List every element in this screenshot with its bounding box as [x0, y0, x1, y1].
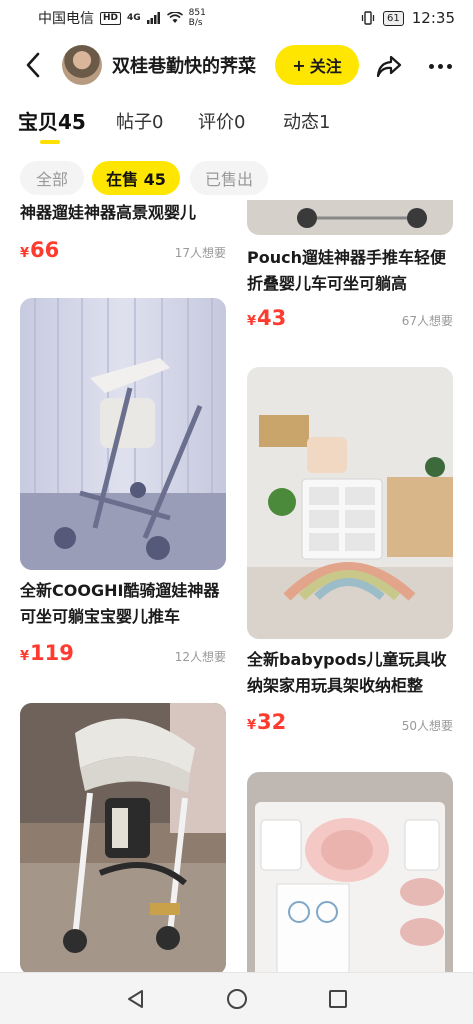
- item-card[interactable]: Pouch遛娃神器手推车轻便折叠婴儿车可坐可躺高 ¥43 67人想要: [247, 200, 453, 336]
- item-price: ¥43: [247, 306, 286, 330]
- triangle-back-icon: [128, 990, 143, 1008]
- stroller-photo: [247, 200, 453, 235]
- back-button[interactable]: [18, 50, 48, 80]
- tab-posts-label: 帖子: [116, 112, 152, 133]
- follow-button[interactable]: + 关注: [275, 45, 359, 85]
- nav-home-button[interactable]: [225, 987, 249, 1011]
- tab-reviews-count: 0: [234, 112, 246, 133]
- item-card[interactable]: [247, 772, 453, 972]
- tab-posts-count: 0: [152, 112, 164, 133]
- filter-on-sale[interactable]: 在售 45: [92, 161, 180, 195]
- circle-home-icon: [227, 989, 247, 1009]
- filter-all[interactable]: 全部: [20, 161, 84, 195]
- breast-pump-photo: [247, 772, 453, 972]
- nav-recent-button[interactable]: [326, 987, 350, 1011]
- currency-symbol: ¥: [247, 718, 257, 733]
- item-image: [20, 298, 226, 570]
- tab-activity-label: 动态: [283, 112, 319, 133]
- share-button[interactable]: [374, 51, 404, 81]
- item-card[interactable]: 全新COOGHI酷骑遛娃神器可坐可躺宝宝婴儿推车 ¥119 12人想要: [20, 298, 226, 673]
- tab-reviews[interactable]: 评价0: [198, 108, 245, 134]
- price-value: 43: [257, 306, 287, 330]
- status-bar: 中国电信 HD 4G 851 B/s 61 12:35: [0, 0, 473, 36]
- shop-avatar[interactable]: [62, 45, 102, 85]
- tab-activity-count: 1: [319, 112, 331, 133]
- item-image: [247, 200, 453, 235]
- price-value: 32: [257, 710, 287, 734]
- wifi-icon: [166, 12, 183, 23]
- currency-symbol: ¥: [247, 314, 257, 329]
- network-type: 4G: [127, 13, 141, 23]
- hd-badge: HD: [100, 11, 122, 25]
- item-card[interactable]: 神器遛娃神器高景观婴儿 ¥66 17人想要: [20, 200, 226, 280]
- tab-items-label: 宝贝: [18, 110, 58, 134]
- item-title: Pouch遛娃神器手推车轻便折叠婴儿车可坐可躺高: [247, 248, 446, 293]
- signal-icon: [146, 12, 160, 24]
- item-title: 神器遛娃神器高景观婴儿: [20, 203, 197, 222]
- item-wants: 17人想要: [174, 246, 226, 260]
- toy-rack-photo: [247, 367, 453, 639]
- tab-activity[interactable]: 动态1: [283, 108, 330, 134]
- nav-back-button[interactable]: [124, 987, 148, 1011]
- profile-tabs: 宝贝45 帖子0 评价0 动态1: [0, 100, 473, 148]
- currency-symbol: ¥: [20, 649, 30, 664]
- tab-items-count: 45: [58, 110, 86, 134]
- currency-symbol: ¥: [20, 246, 30, 261]
- chevron-left-icon: [26, 52, 40, 78]
- stroller-photo: [20, 703, 226, 972]
- item-image: [247, 367, 453, 639]
- item-price: ¥66: [20, 238, 59, 262]
- item-wants: 67人想要: [401, 314, 453, 328]
- tab-items[interactable]: 宝贝45: [18, 106, 86, 135]
- item-title: 全新babypods儿童玩具收纳架家用玩具架收纳柜整: [247, 650, 447, 695]
- price-value: 66: [30, 238, 60, 262]
- battery-icon: 61: [383, 10, 404, 26]
- square-recent-icon: [329, 990, 347, 1008]
- item-card[interactable]: 全新babypods儿童玩具收纳架家用玩具架收纳柜整 ¥32 50人想要: [247, 367, 453, 742]
- price-value: 119: [30, 641, 74, 665]
- item-grid: 神器遛娃神器高景观婴儿 ¥66 17人想要 全新COOGHI酷骑遛娃神器可坐可躺…: [0, 200, 473, 972]
- dot-1: [428, 63, 434, 69]
- net-speed-unit: B/s: [188, 18, 203, 28]
- plus-icon: +: [292, 55, 306, 75]
- active-tab-indicator: [40, 140, 60, 144]
- system-nav-bar: [0, 972, 473, 1024]
- item-wants: 50人想要: [401, 719, 453, 733]
- more-button[interactable]: [424, 51, 456, 81]
- dot-3: [446, 63, 452, 69]
- item-image: [247, 772, 453, 972]
- follow-label: 关注: [309, 57, 342, 76]
- net-speed-value: 851: [188, 8, 206, 18]
- item-price: ¥32: [247, 710, 286, 734]
- tab-posts[interactable]: 帖子0: [116, 108, 163, 134]
- net-speed: 851 B/s: [189, 8, 206, 28]
- filter-sold[interactable]: 已售出: [190, 161, 268, 195]
- vibrate-icon: [361, 11, 375, 25]
- item-image: [20, 703, 226, 972]
- dot-2: [437, 63, 443, 69]
- item-wants: 12人想要: [174, 650, 226, 664]
- stroller-photo: [20, 298, 226, 570]
- item-card[interactable]: [20, 703, 226, 972]
- item-title: 全新COOGHI酷骑遛娃神器可坐可躺宝宝婴儿推车: [20, 581, 220, 626]
- shop-name: 双桂巷勤快的荠菜: [112, 56, 256, 77]
- clock: 12:35: [411, 9, 455, 27]
- share-icon: [376, 55, 402, 78]
- shop-header: 双桂巷勤快的荠菜 + 关注: [0, 40, 473, 90]
- carrier-label: 中国电信: [38, 11, 94, 27]
- item-price: ¥119: [20, 641, 74, 665]
- filter-chips: 全部 在售 45 已售出: [0, 160, 473, 196]
- tab-reviews-label: 评价: [198, 112, 234, 133]
